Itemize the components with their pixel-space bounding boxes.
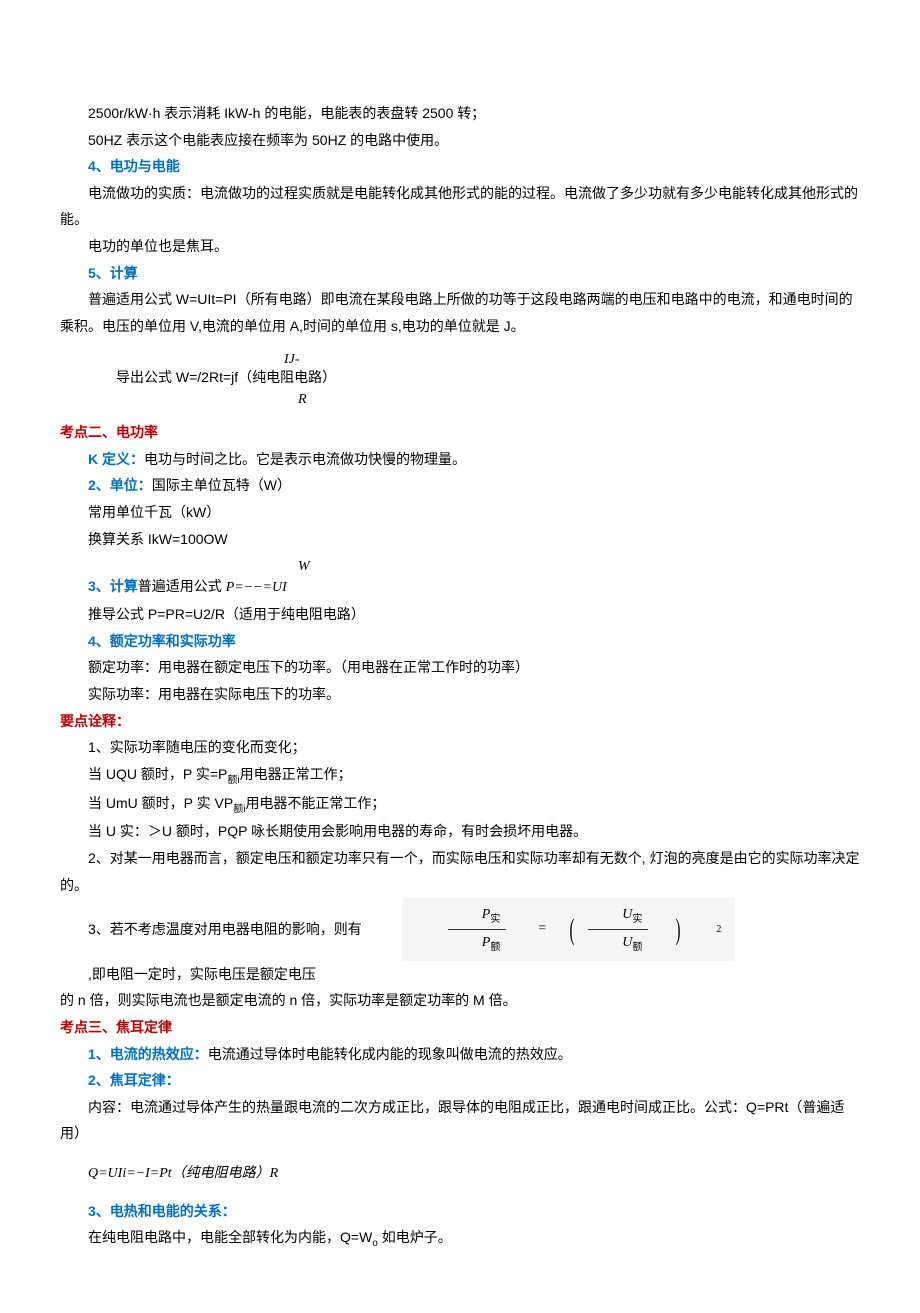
text-part: 当 UQU 额时，P 实=P bbox=[88, 766, 227, 782]
sub-shi: 实 bbox=[632, 914, 642, 925]
item-label: 2、焦耳定律： bbox=[88, 1072, 180, 1088]
text-part: ,即电阻一定时，实际电压是额定电压 bbox=[60, 961, 316, 988]
sub-e: 额 bbox=[490, 942, 500, 953]
formula-block: IJ- 导出公式 W=/2Rt=jf（纯电阻电路） R bbox=[116, 339, 860, 419]
exponent: 2 bbox=[688, 920, 721, 939]
subscript: 额i bbox=[227, 775, 239, 786]
item-4: 4、额定功率和实际功率 bbox=[60, 628, 860, 655]
heading-label: 考点三、焦耳定律 bbox=[60, 1019, 172, 1035]
text-line: 当 U 实：＞U 额时，PQP 咏长期使用会影响用电器的寿命，有时会损坏用电器。 bbox=[60, 818, 860, 845]
text-line: 常用单位千瓦（kW） bbox=[60, 499, 860, 526]
item-text: 普遍适用公式 bbox=[138, 578, 226, 594]
text-line: 的 n 倍，则实际电流也是额定电流的 n 倍，实际功率是额定功率的 M 倍。 bbox=[60, 987, 860, 1014]
item-2: 2、单位：国际主单位瓦特（W） bbox=[60, 472, 860, 499]
text-line: 电功的单位也是焦耳。 bbox=[60, 233, 860, 260]
text-paragraph: 内容：电流通过导体产生的热量跟电流的二次方成正比，跟导体的电阻成正比，跟通电时间… bbox=[60, 1094, 860, 1147]
item-label: 4、额定功率和实际功率 bbox=[88, 633, 236, 649]
text-part: 用电器正常工作； bbox=[240, 766, 352, 782]
text-paragraph: 普遍适用公式 W=UIt=PI（所有电路）即电流在某段电路上所做的功等于这段电路… bbox=[60, 286, 860, 339]
note-heading: 要点诠释： bbox=[60, 708, 860, 735]
heading-label: 考点二、电功率 bbox=[60, 424, 158, 440]
text-part: 当 UmU 额时，P 实 VP bbox=[88, 795, 233, 811]
heading-label: 5、计算 bbox=[88, 265, 138, 281]
text-part: 如电炉子。 bbox=[378, 1229, 452, 1245]
item-1: 1、电流的热效应：电流通过导体时电能转化成内能的现象叫做电流的热效应。 bbox=[60, 1041, 860, 1068]
text-part: 3、若不考虑温度对用电器电阻的影响，则有 bbox=[60, 916, 362, 943]
item-label: K 定义： bbox=[88, 451, 144, 467]
heading-label: 要点诠释： bbox=[60, 713, 130, 729]
text-line: 当 UQU 额时，P 实=P额i用电器正常工作； bbox=[60, 761, 860, 790]
var-U: U bbox=[622, 907, 632, 922]
item-3: 3、电热和电能的关系： bbox=[60, 1198, 860, 1225]
heading-5: 5、计算 bbox=[60, 260, 860, 287]
sub-e: 额 bbox=[632, 942, 642, 953]
subscript: 额i bbox=[233, 803, 245, 814]
text-line: 推导公式 P=PR=U2/R（适用于纯电阻电路） bbox=[60, 601, 860, 628]
ratio-formula-image: P实 P额 = ( U实 U额 ) 2 bbox=[402, 898, 736, 961]
fraction-denominator: R bbox=[298, 392, 307, 407]
item-label: 2、单位： bbox=[88, 477, 152, 493]
var-U: U bbox=[622, 935, 632, 950]
text-line: 1、实际功率随电压的变化而变化； bbox=[60, 734, 860, 761]
text-line: 实际功率：用电器在实际电压下的功率。 bbox=[60, 681, 860, 708]
text-part: 在纯电阻电路中，电能全部转化为内能，Q=W bbox=[88, 1229, 372, 1245]
text-line: 2500r/kW·h 表示消耗 IkW-h 的电能，电能表的表盘转 2500 转… bbox=[60, 100, 860, 127]
heading-label: 4、电功与电能 bbox=[88, 158, 180, 174]
item-text: 电流通过导体时电能转化成内能的现象叫做电流的热效应。 bbox=[208, 1046, 572, 1062]
item-3: 3、计算普遍适用公式 P=−−=UI bbox=[60, 573, 860, 602]
sub-shi: 实 bbox=[490, 914, 500, 925]
section-heading-2: 考点二、电功率 bbox=[60, 419, 860, 446]
formula-text: 导出公式 W=/2Rt=jf（纯电阻电路） bbox=[116, 369, 336, 385]
text-paragraph: 2、对某一用电器而言，额定电压和额定功率只有一个，而实际电压和实际功率却有无数个… bbox=[60, 845, 860, 898]
text-paragraph: 电流做功的实质：电流做功的过程实质就是电能转化成其他形式的能的过程。电流做了多少… bbox=[60, 180, 860, 233]
text-line: 在纯电阻电路中，电能全部转化为内能，Q=Wo 如电炉子。 bbox=[60, 1224, 860, 1253]
item-2: 2、焦耳定律： bbox=[60, 1067, 860, 1094]
formula-inline: P=−−=UI bbox=[226, 580, 287, 595]
text-line: 额定功率：用电器在额定电压下的功率。（用电器在正常工作时的功率） bbox=[60, 654, 860, 681]
heading-4: 4、电功与电能 bbox=[60, 153, 860, 180]
fraction-numerator: W bbox=[298, 559, 310, 574]
item-text: 电功与时间之比。它是表示电流做功快慢的物理量。 bbox=[144, 451, 466, 467]
ratio-line: 3、若不考虑温度对用电器电阻的影响，则有 P实 P额 = ( U实 U额 ) 2… bbox=[60, 898, 860, 987]
text-line: 50HZ 表示这个电能表应接在频率为 50HZ 的电路中使用。 bbox=[60, 127, 860, 154]
text-line: 换算关系 IkW=100OW bbox=[60, 526, 860, 553]
item-1: K 定义：电功与时间之比。它是表示电流做功快慢的物理量。 bbox=[60, 446, 860, 473]
item-label: 1、电流的热效应： bbox=[88, 1046, 208, 1062]
text-part: 用电器不能正常工作； bbox=[245, 795, 385, 811]
formula-line: Q=UIi=−I=Pt（纯电阻电路）R bbox=[60, 1161, 860, 1188]
item-label: 3、计算 bbox=[88, 578, 138, 594]
section-heading-3: 考点三、焦耳定律 bbox=[60, 1014, 860, 1041]
item-text: 国际主单位瓦特（W） bbox=[152, 477, 291, 493]
text-line: 当 UmU 额时，P 实 VP额i用电器不能正常工作； bbox=[60, 790, 860, 819]
item-label: 3、电热和电能的关系： bbox=[88, 1203, 236, 1219]
